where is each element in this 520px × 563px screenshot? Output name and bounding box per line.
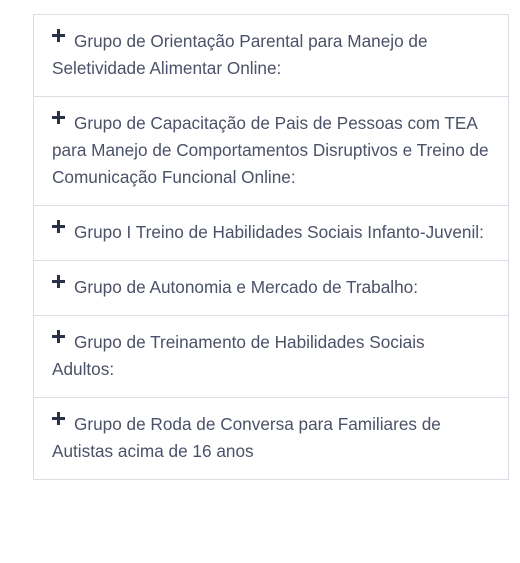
accordion: Grupo de Orientação Parental para Manejo… <box>33 14 509 480</box>
accordion-item-autonomia-trabalho[interactable]: Grupo de Autonomia e Mercado de Trabalho… <box>34 261 508 316</box>
accordion-item-roda-conversa[interactable]: Grupo de Roda de Conversa para Familiare… <box>34 398 508 479</box>
accordion-item-orientacao-parental[interactable]: Grupo de Orientação Parental para Manejo… <box>34 15 508 97</box>
accordion-item-title: Grupo I Treino de Habilidades Sociais In… <box>74 222 484 242</box>
plus-icon <box>52 330 65 343</box>
accordion-item-title: Grupo de Roda de Conversa para Familiare… <box>52 414 441 461</box>
accordion-item-title: Grupo de Autonomia e Mercado de Trabalho… <box>74 277 418 297</box>
accordion-item-title: Grupo de Capacitação de Pais de Pessoas … <box>52 113 489 187</box>
accordion-item-habilidades-infanto-juvenil[interactable]: Grupo I Treino de Habilidades Sociais In… <box>34 206 508 261</box>
plus-icon <box>52 111 65 124</box>
plus-icon <box>52 412 65 425</box>
plus-icon <box>52 275 65 288</box>
plus-icon <box>52 220 65 233</box>
accordion-item-title: Grupo de Treinamento de Habilidades Soci… <box>52 332 425 379</box>
accordion-item-capacitacao-pais[interactable]: Grupo de Capacitação de Pais de Pessoas … <box>34 97 508 206</box>
accordion-item-habilidades-adultos[interactable]: Grupo de Treinamento de Habilidades Soci… <box>34 316 508 398</box>
accordion-item-title: Grupo de Orientação Parental para Manejo… <box>52 31 428 78</box>
plus-icon <box>52 29 65 42</box>
